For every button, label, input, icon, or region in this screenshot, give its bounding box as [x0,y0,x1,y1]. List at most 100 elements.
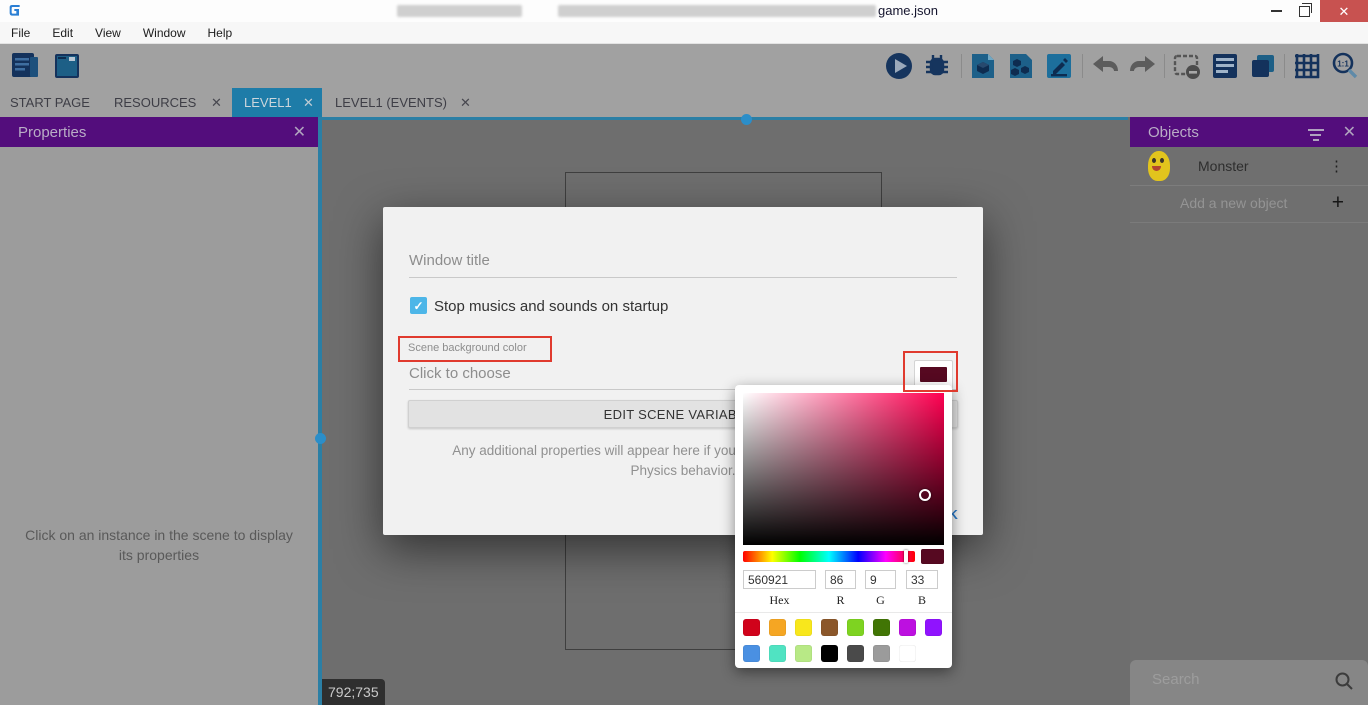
hex-input[interactable] [743,570,816,589]
preset-swatch-50e3c2[interactable] [769,645,786,662]
preset-swatches-row2 [743,645,948,662]
tab-level1[interactable]: LEVEL1 ✕ [232,88,322,117]
color-picker-popup: Hex R G B [735,385,952,668]
titlebar: game.json ✕ [0,0,1368,22]
preset-swatch-4a4a4a[interactable] [847,645,864,662]
left-splitter[interactable] [318,117,322,705]
add-object-label: Add a new object [1180,195,1287,211]
tab-level1-events-close-icon[interactable]: ✕ [460,95,471,111]
menu-view[interactable]: View [84,26,132,40]
properties-close-icon[interactable]: ✕ [293,122,306,142]
preset-swatch-000000[interactable] [821,645,838,662]
stop-sounds-checkbox[interactable] [410,297,427,314]
cursor-coordinates-badge: 792;735 [322,679,385,705]
tab-level1-close-icon[interactable]: ✕ [303,95,314,111]
preset-swatch-d0021b[interactable] [743,619,760,636]
scene-bg-color-field[interactable]: Click to choose [409,365,511,382]
splitter-handle-top[interactable] [741,114,752,125]
preset-swatch-7ed321[interactable] [847,619,864,636]
tab-resources[interactable]: RESOURCES [114,95,196,110]
monster-sprite [1148,151,1170,181]
preset-swatch-ffffff[interactable] [899,645,916,662]
layers-icon[interactable] [1248,51,1278,81]
preset-swatch-f8e71c[interactable] [795,619,812,636]
properties-panel-header: Properties ✕ [0,117,318,147]
objects-close-icon[interactable]: ✕ [1343,122,1356,142]
window-title: game.json [878,3,938,18]
close-icon: ✕ [1339,5,1350,18]
g-label: G [865,593,896,608]
debugger-icon[interactable] [922,51,952,81]
layers-list-icon[interactable] [1210,51,1240,81]
preset-swatch-9013fe[interactable] [925,619,942,636]
minimize-icon [1271,10,1282,12]
objects-search-input[interactable] [1150,670,1304,689]
preset-swatch-8b572a[interactable] [821,619,838,636]
stop-sounds-label: Stop musics and sounds on startup [434,298,668,315]
window-title-field[interactable]: Window title [409,252,490,269]
preset-swatch-f5a623[interactable] [769,619,786,636]
saturation-pointer[interactable] [919,489,931,501]
menubar: File Edit View Window Help [0,22,1368,44]
filter-icon[interactable] [1308,126,1324,144]
tab-level1-events[interactable]: LEVEL1 (EVENTS) [335,95,447,110]
restore-icon [1299,6,1310,17]
menu-edit[interactable]: Edit [41,26,84,40]
b-input[interactable] [906,570,938,589]
preset-swatch-b8e986[interactable] [795,645,812,662]
zoom-1-1-icon[interactable]: 1:1 [1330,51,1360,81]
toggle-mask-icon[interactable] [1172,51,1202,81]
menu-window[interactable]: Window [132,26,197,40]
start-page-icon[interactable] [52,51,82,81]
preset-swatch-4a90e2[interactable] [743,645,760,662]
restore-button[interactable] [1288,0,1320,22]
preset-swatches-row1 [743,619,948,636]
splitter-handle-left[interactable] [315,433,326,444]
export-object-icon[interactable] [968,51,998,81]
edit-scene-icon[interactable] [1044,51,1074,81]
hue-slider[interactable] [743,551,915,562]
add-object-plus-icon: + [1332,191,1344,215]
project-manager-icon[interactable] [10,51,40,81]
redacted-text [397,5,522,17]
toolbar: 1:1 [0,44,1368,88]
r-label: R [825,593,856,608]
preset-swatch-bd10e0[interactable] [899,619,916,636]
object-name: Monster [1198,158,1249,174]
redacted-project-path [558,5,876,17]
properties-panel-title: Properties [18,124,86,141]
play-icon[interactable] [884,51,914,81]
current-color-swatch [921,549,944,564]
menu-help[interactable]: Help [197,26,244,40]
undo-icon[interactable] [1090,51,1120,81]
toggle-grid-icon[interactable] [1292,51,1322,81]
preset-swatch-417505[interactable] [873,619,890,636]
saturation-area[interactable] [743,393,944,545]
objects-panel: Objects ✕ Monster ⋮ Add a new object + [1130,117,1368,705]
g-input[interactable] [865,570,896,589]
preset-swatch-9b9b9b[interactable] [873,645,890,662]
redo-icon[interactable] [1128,51,1158,81]
gdevelop-window: game.json ✕ File Edit View Window Help [0,0,1368,705]
object-menu-icon[interactable]: ⋮ [1329,157,1344,175]
canvas-top-splitter[interactable] [322,117,1128,120]
instances-icon[interactable] [1006,51,1036,81]
objects-panel-title: Objects [1148,124,1199,141]
annotation-box-bg-color-label [398,336,552,362]
add-object-row[interactable]: Add a new object + [1130,185,1368,223]
close-button[interactable]: ✕ [1320,0,1368,22]
r-input[interactable] [825,570,856,589]
gdevelop-logo-icon [7,3,23,19]
properties-empty-message: Click on an instance in the scene to dis… [14,525,304,565]
menu-file[interactable]: File [0,26,41,40]
object-row-monster[interactable]: Monster ⋮ [1130,148,1368,186]
tab-start-page[interactable]: START PAGE [10,95,90,110]
tabbar: START PAGE RESOURCES ✕ LEVEL1 ✕ LEVEL1 (… [0,88,1368,117]
objects-search-card [1130,660,1368,705]
properties-panel: Properties ✕ Click on an instance in the… [0,117,318,705]
tab-resources-close-icon[interactable]: ✕ [211,95,222,111]
svg-text:1:1: 1:1 [1337,60,1349,69]
search-icon[interactable] [1334,671,1354,691]
hue-handle[interactable] [904,550,908,563]
objects-panel-header: Objects ✕ [1130,117,1368,147]
